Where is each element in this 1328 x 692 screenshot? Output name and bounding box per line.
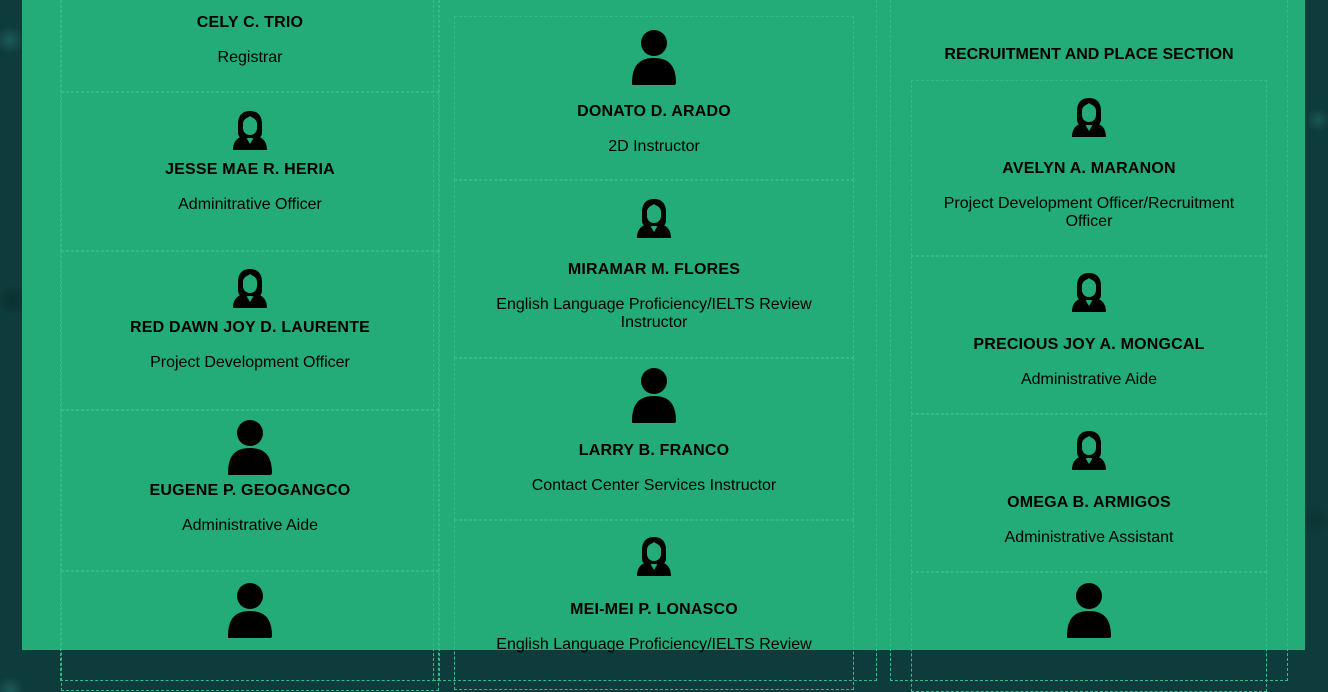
female-user-icon	[1071, 430, 1107, 470]
staff-name: PRECIOUS JOY A. MONGCAL	[973, 336, 1205, 353]
staff-column-2: DONATO D. ARADO 2D Instructor MIRAMAR M.…	[433, 0, 877, 690]
content-panel: CELY C. TRIO Registrar JESSE MAE R. HERI…	[22, 0, 1305, 692]
staff-name: LARRY B. FRANCO	[578, 442, 730, 459]
staff-card: AVELYN A. MARANON Project Development Of…	[911, 80, 1267, 256]
staff-role: Contact Center Services Instructor	[531, 477, 777, 494]
male-user-icon	[630, 29, 678, 85]
staff-card: RED DAWN JOY D. LAURENTE Project Develop…	[61, 251, 439, 410]
staff-role: Project Development Officer	[150, 354, 350, 371]
male-user-icon	[630, 367, 678, 423]
staff-card: OMEGA B. ARMIGOS Administrative Assistan…	[911, 414, 1267, 572]
female-user-icon	[636, 536, 672, 576]
staff-role: Administrative Assistant	[1004, 529, 1174, 546]
staff-card: DONATO D. ARADO 2D Instructor	[454, 16, 854, 180]
female-user-icon	[1071, 97, 1107, 137]
staff-role: Adminitrative Officer	[178, 196, 322, 213]
staff-role: 2D Instructor	[608, 138, 700, 155]
staff-role: English Language Proficiency/IELTS Revie…	[496, 636, 812, 653]
staff-name: MEI-MEI P. LONASCO	[570, 601, 738, 618]
staff-name: JESSE MAE R. HERIA	[165, 161, 335, 178]
male-user-icon	[1065, 582, 1113, 638]
staff-card: PRECIOUS JOY A. MONGCAL Administrative A…	[911, 256, 1267, 414]
staff-role: Administrative Aide	[1020, 371, 1158, 388]
staff-name: EUGENE P. GEOGANGCO	[149, 482, 351, 499]
female-user-icon	[636, 198, 672, 238]
staff-role: English Language Proficiency/IELTS Revie…	[496, 296, 812, 331]
staff-name: CELY C. TRIO	[196, 14, 304, 31]
staff-card: MEI-MEI P. LONASCO English Language Prof…	[454, 520, 854, 690]
female-user-icon	[1071, 272, 1107, 312]
staff-column-3: RECRUITMENT AND PLACE SECTION AVELYN A. …	[890, 0, 1288, 692]
female-user-icon	[232, 110, 268, 150]
section-title: RECRUITMENT AND PLACE SECTION	[944, 46, 1234, 63]
staff-card: CELY C. TRIO Registrar	[61, 0, 439, 92]
staff-role: Administrative Aide	[181, 517, 319, 534]
staff-card: EUGENE P. GEOGANGCO Administrative Aide	[61, 410, 439, 571]
staff-name: DONATO D. ARADO	[577, 103, 731, 120]
staff-name: RED DAWN JOY D. LAURENTE	[129, 319, 371, 336]
staff-column-1: CELY C. TRIO Registrar JESSE MAE R. HERI…	[60, 0, 440, 691]
staff-card	[911, 572, 1267, 692]
staff-card	[61, 571, 439, 691]
staff-card: LARRY B. FRANCO Contact Center Services …	[454, 358, 854, 520]
male-user-icon	[226, 582, 274, 638]
staff-card: MIRAMAR M. FLORES English Language Profi…	[454, 180, 854, 358]
staff-name: MIRAMAR M. FLORES	[567, 261, 741, 278]
staff-card: JESSE MAE R. HERIA Adminitrative Officer	[61, 92, 439, 251]
male-user-icon	[226, 419, 274, 475]
staff-role: Registrar	[217, 49, 283, 66]
staff-name: OMEGA B. ARMIGOS	[1007, 494, 1171, 511]
female-user-icon	[232, 268, 268, 308]
staff-name: AVELYN A. MARANON	[1002, 160, 1176, 177]
staff-role: Project Development Officer/Recruitment …	[943, 195, 1235, 230]
